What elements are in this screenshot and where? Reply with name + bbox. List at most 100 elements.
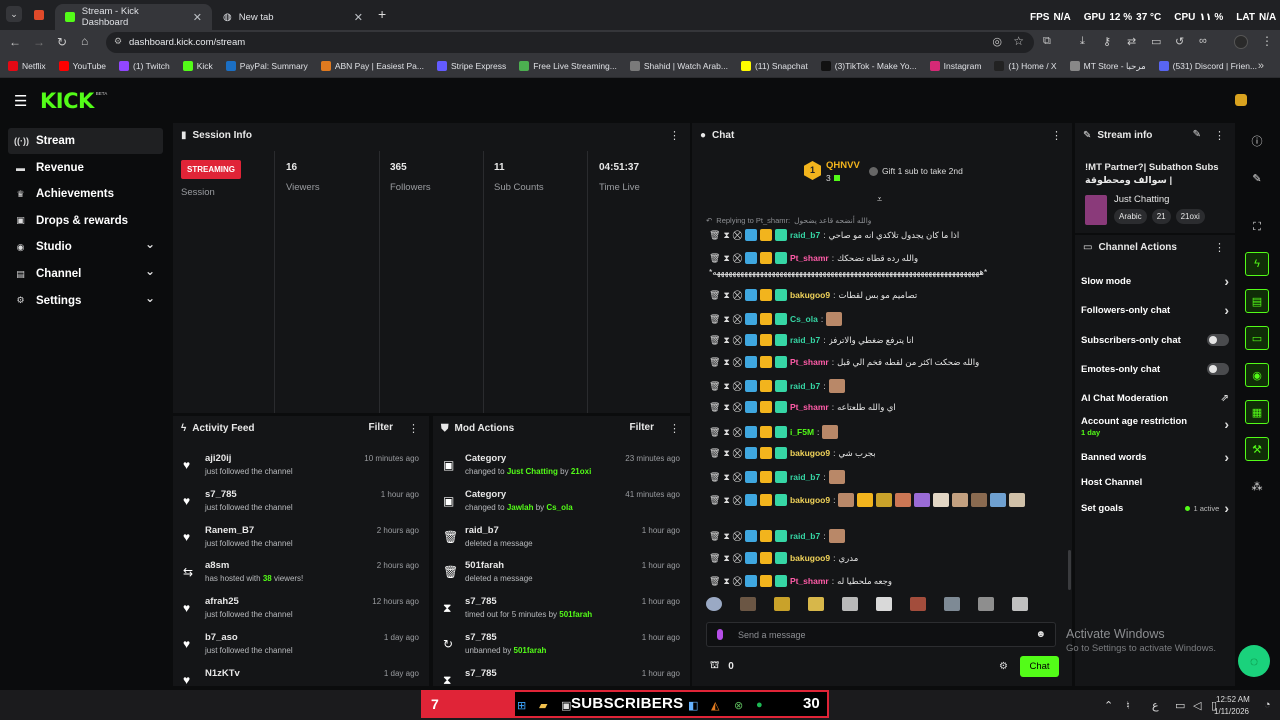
back-icon[interactable]: ← [9,35,21,49]
mod-action-item[interactable]: ▣ Category changed to Jawlah by Cs_ola 41 m… [443,489,680,523]
timeout-icon[interactable]: ⧗ [723,495,729,506]
ban-icon[interactable]: ⛒ [733,314,742,325]
channel-action-followers-only-chat[interactable]: Followers-only chat › [1081,299,1229,321]
activity-username[interactable]: Ranem_B7 [205,525,254,536]
emote-icon[interactable] [876,597,892,611]
channel-action-subscribers-only-chat[interactable]: Subscribers-only chat [1081,329,1229,351]
chat-emote-icon[interactable] [828,379,845,393]
ban-icon[interactable]: ⛒ [733,381,742,392]
timeout-icon[interactable]: ⧗ [723,531,729,542]
bookmark-item[interactable]: Free Live Streaming... [519,61,617,71]
history-icon[interactable]: ↺ [1175,35,1184,48]
network-icon[interactable]: ▭ [1175,699,1185,712]
broadcast-icon[interactable]: ◉ [1245,363,1269,387]
timeout-icon[interactable]: ⧗ [723,402,729,413]
ban-icon[interactable]: ⛒ [733,553,742,564]
session-menu-icon[interactable]: ⋮ [669,129,680,142]
category-name[interactable]: Just Chatting [1114,194,1169,205]
highlight-value[interactable]: Just Chatting [507,467,558,476]
chat-message[interactable]: 🗑 ⧗ ⛒ raid_b7: انا يترفع ضغطي والاترفز [709,334,1059,346]
profile-avatar[interactable] [1234,35,1248,49]
timeout-icon[interactable]: ⧗ [723,335,729,346]
mod-action-item[interactable]: ▣ Category changed to Just Chatting by 21o… [443,453,680,487]
chat-emote-icon[interactable] [990,493,1007,507]
chat-input[interactable]: Send a message ☻ [706,622,1056,647]
bookmark-item[interactable]: Netflix [8,61,46,71]
ban-icon[interactable]: ⛒ [733,576,742,587]
kick-logo[interactable]: KICK BETA [40,89,107,113]
pencil-icon[interactable]: ✎ [1245,166,1269,190]
mod-action-subject[interactable]: s7_785 [465,668,497,679]
chat-message[interactable]: 🗑 ⧗ ⛒ Cs_ola: [709,312,1059,326]
clock-time[interactable]: 12:52 AM [1216,695,1250,704]
timeout-icon[interactable]: ⧗ [723,576,729,587]
highlight-value[interactable]: 501farah [559,610,592,619]
activity-username[interactable]: s7_785 [205,489,237,500]
bookmark-item[interactable]: (11) Snapchat [740,61,808,71]
ban-icon[interactable]: ⛒ [733,290,742,301]
bookmark-item[interactable]: PayPal: Summary [225,61,308,71]
clock-date[interactable]: 1/11/2026 [1214,707,1249,716]
sidebar-item-channel[interactable]: ▤ Channel ⌄ [8,261,163,287]
mod-action-item[interactable]: ⧗ s7_785 timed out for 5 minutes by 501far… [443,596,680,630]
toggle-switch[interactable] [1207,334,1229,346]
activity-menu-icon[interactable]: ⋮ [408,422,419,435]
notification-icon[interactable]: ◔ [1264,699,1271,711]
home-icon[interactable]: ⌂ [81,34,88,48]
chat-message[interactable]: 🗑 ⧗ ⛒ raid_b7: [709,529,1059,543]
trash-icon[interactable]: 🗑 [709,531,720,542]
chat-username[interactable]: Pt_shamr [790,402,829,412]
timeout-icon[interactable]: ⧗ [723,230,729,241]
moderator-name[interactable]: 21oxi [571,467,591,476]
pinned-collapse-icon[interactable]: ⩡ [877,194,882,205]
mod-action-subject[interactable]: Category [465,453,506,464]
chat-emote-icon[interactable] [828,529,845,543]
mod-filter-button[interactable]: Filter [630,422,654,433]
trash-icon[interactable]: 🗑 [709,314,720,325]
close-tab-icon[interactable]: ✕ [354,11,363,24]
chat-message[interactable]: 🗑 ⧗ ⛒ bakugoo9: مدري [709,552,1059,564]
extensions-icon[interactable]: ⧉ [1043,35,1051,48]
mod-action-subject[interactable]: s7_785 [465,596,497,607]
tools-icon[interactable]: ⚒ [1245,437,1269,461]
spotify-icon[interactable]: ● [756,699,763,711]
file-explorer-icon[interactable]: ▰ [539,699,547,712]
chat-emote-icon[interactable] [933,493,950,507]
chat-message[interactable]: 🗑 ⧗ ⛒ raid_b7: [709,470,1059,484]
chat-emote-icon[interactable] [952,493,969,507]
timeout-icon[interactable]: ⧗ [723,357,729,368]
bookmark-item[interactable]: Kick [182,61,213,71]
activity-username[interactable]: afrah25 [205,596,239,607]
chat-username[interactable]: raid_b7 [790,531,820,541]
chat-scrollbar[interactable] [1068,550,1071,590]
site-info-icon[interactable]: ⚙ [114,36,122,47]
chat-emote-icon[interactable] [828,470,845,484]
emote-icon[interactable] [774,597,790,611]
send-chat-button[interactable]: Chat [1020,656,1059,677]
trash-icon[interactable]: 🗑 [709,230,720,241]
chat-message[interactable]: 🗑 ⧗ ⛒ bakugoo9: [709,493,1059,507]
chat-username[interactable]: raid_b7 [790,230,820,240]
channel-action-account-age-restriction[interactable]: Account age restriction 1 day › [1081,416,1229,446]
key-icon[interactable]: ⚷ [1103,35,1111,48]
edit-pencil-icon[interactable]: ✎ [1193,129,1201,140]
ban-icon[interactable]: ⛒ [733,448,742,459]
bookmark-item[interactable]: (3)TikTok - Make Yo... [820,61,917,71]
eye-off-icon[interactable]: ◎ [992,35,1002,48]
activity-item[interactable]: ♥ b7_aso just followed the channel 1 day ag… [183,632,419,666]
mod-action-subject[interactable]: 501farah [465,560,504,571]
mod-action-item[interactable]: 🗑 raid_b7 deleted a message 1 hour ago [443,525,680,559]
chat-username[interactable]: Pt_shamr [790,357,829,367]
chat-message[interactable]: 🗑 ⧗ ⛒ Pt_shamr: والله رده قطاه تضحكك [709,252,1059,264]
mod-action-subject[interactable]: s7_785 [465,632,497,643]
emote-icon[interactable] [808,597,824,611]
chat-emote-icon[interactable] [822,425,839,439]
close-tab-icon[interactable]: ✕ [193,11,202,24]
chat-menu-icon[interactable]: ⋮ [1051,129,1062,142]
chat-username[interactable]: bakugoo9 [790,553,830,563]
chat-message[interactable]: 🗑 ⧗ ⛒ bakugoo9: تصاميم مو بس لقطات [709,289,1059,301]
user-avatar[interactable] [1235,94,1247,106]
emote-icon[interactable] [978,597,994,611]
store-icon[interactable]: ▣ [561,699,571,712]
nodes-icon[interactable]: ⁂ [1245,474,1269,498]
